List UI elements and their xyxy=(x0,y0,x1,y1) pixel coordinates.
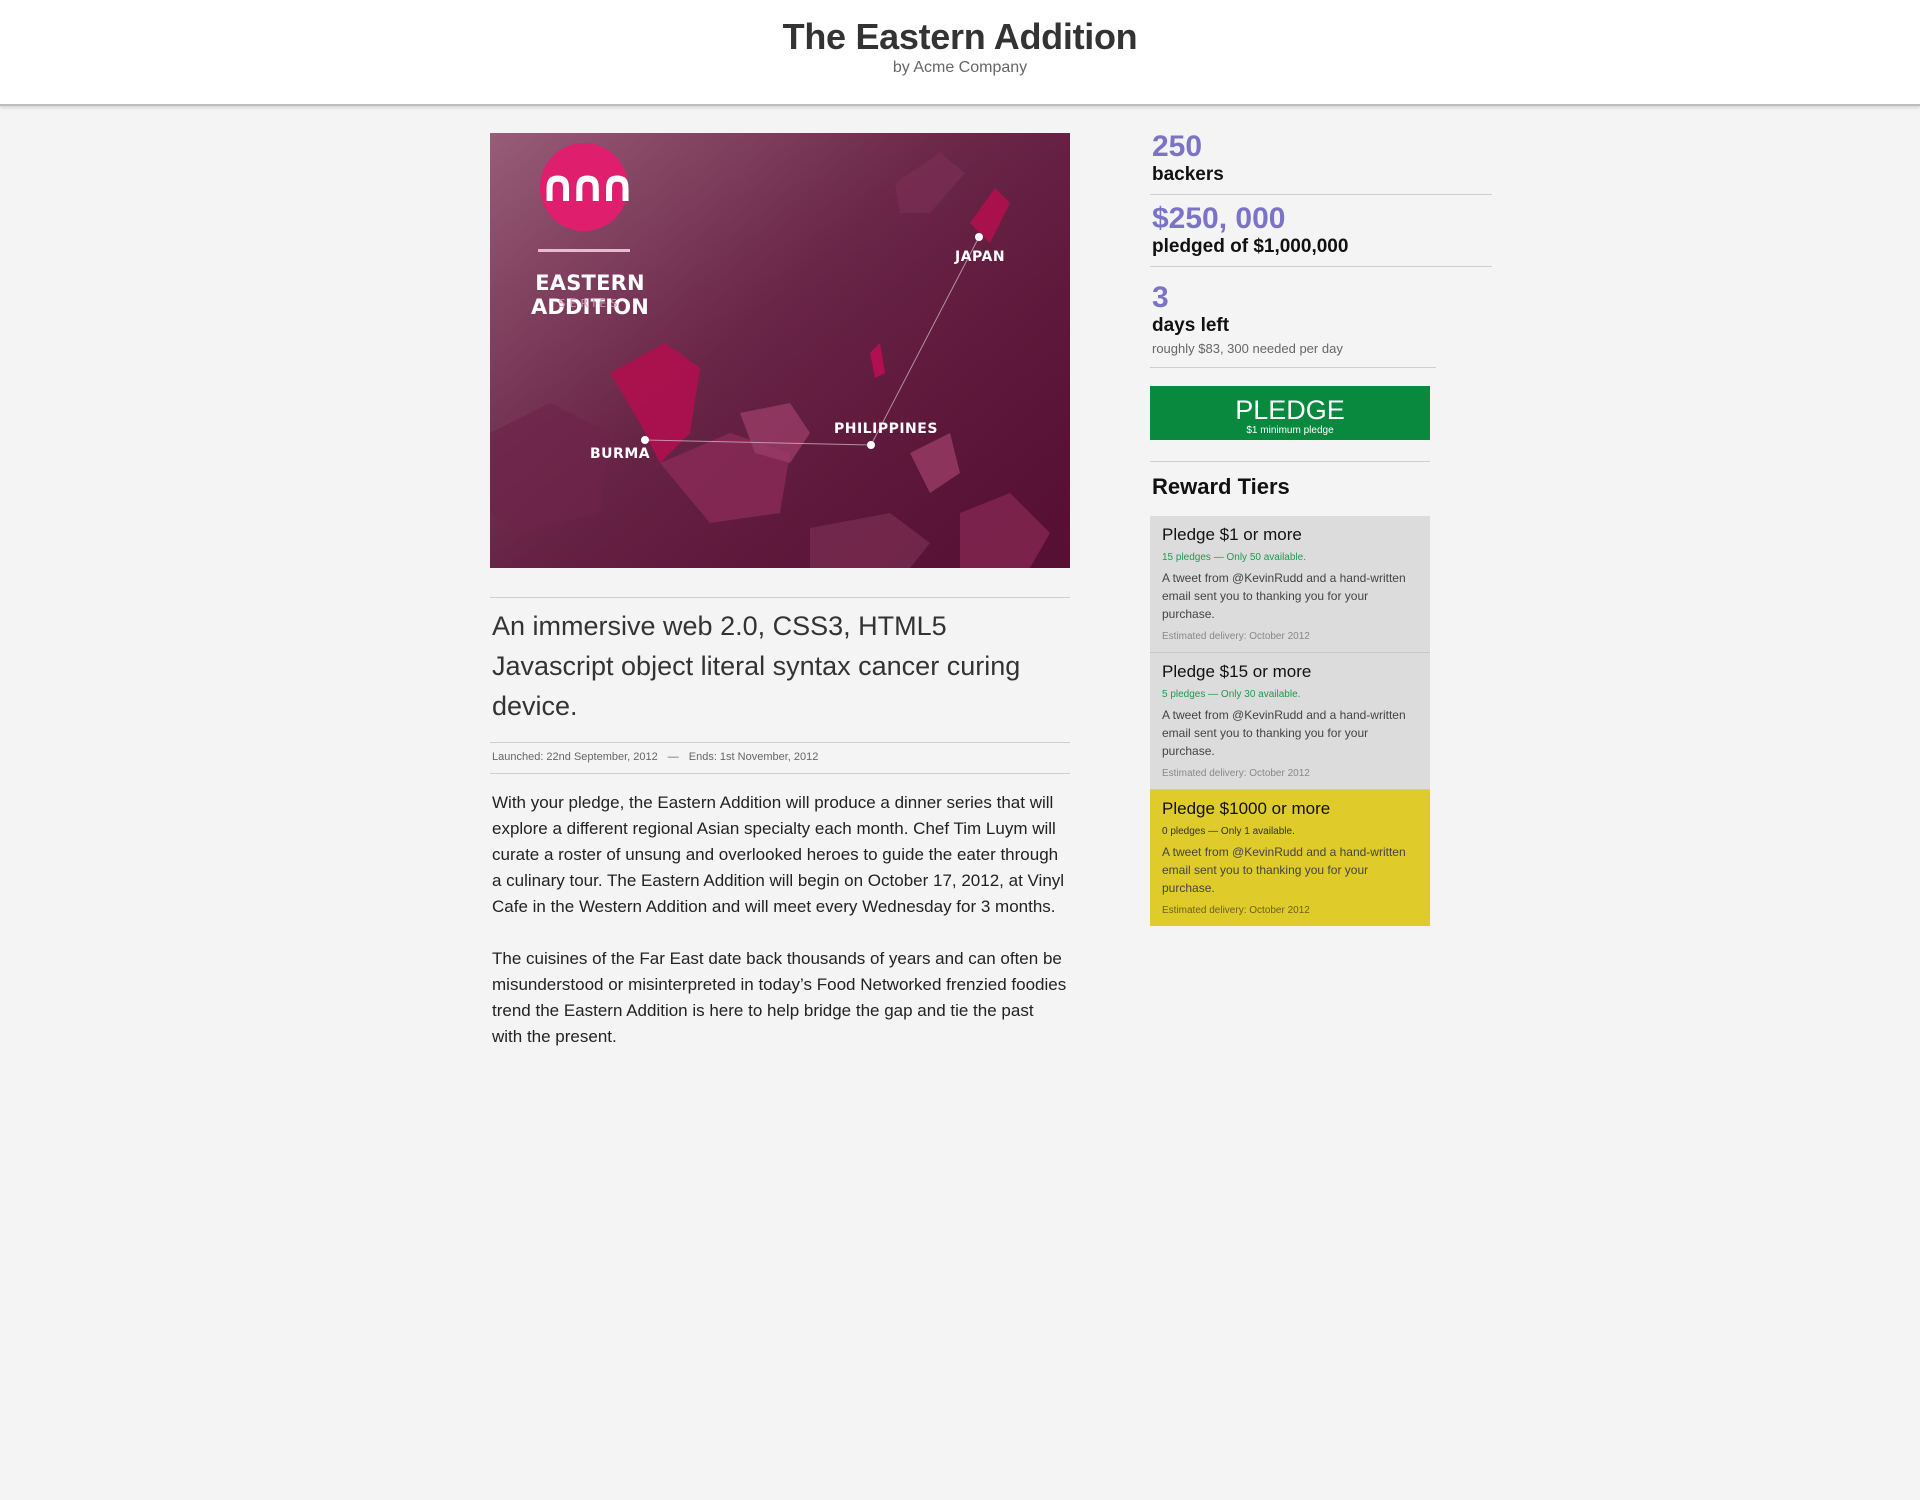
pledged-amount: $250, 000 xyxy=(1152,202,1286,235)
project-sidebar: 250 backers $250, 000 pledged of $1,000,… xyxy=(1150,130,1492,926)
description-paragraph: The cuisines of the Far East date back t… xyxy=(492,949,1067,1046)
project-tagline: An immersive web 2.0, CSS3, HTML5 Javasc… xyxy=(492,611,1021,721)
series-subtitle: SERIES xyxy=(558,297,622,310)
map-label-philippines: PHILIPPINES xyxy=(834,421,938,437)
daily-needed-note: roughly $83, 300 needed per day xyxy=(1152,341,1343,356)
date-separator: — xyxy=(667,751,679,763)
pledge-button[interactable]: PLEDGE $1 minimum pledge xyxy=(1150,386,1430,440)
project-main: ∩∩∩ EASTERN ADDITION SERIES JAPAN PHILIP… xyxy=(490,133,1070,1050)
tier-description: A tweet from @KevinRudd and a hand-writt… xyxy=(1162,845,1406,895)
tier-availability: 15 pledges — Only 50 available. xyxy=(1162,552,1306,563)
backers-stat: 250 backers xyxy=(1150,130,1492,195)
page-title: The Eastern Addition xyxy=(782,16,1138,57)
reward-tier[interactable]: Pledge $1 or more 15 pledges — Only 50 a… xyxy=(1150,516,1430,653)
end-date: Ends: 1st November, 2012 xyxy=(688,751,819,763)
pledge-button-sublabel: $1 minimum pledge xyxy=(1246,424,1334,436)
launch-date: Launched: 22nd September, 2012 xyxy=(492,751,658,763)
pledge-button-label: PLEDGE xyxy=(1235,394,1345,425)
reward-tier-highlighted[interactable]: Pledge $1000 or more 0 pledges — Only 1 … xyxy=(1150,790,1430,926)
project-description: With your pledge, the Eastern Addition w… xyxy=(490,774,1070,1050)
backers-label: backers xyxy=(1152,164,1224,185)
tier-delivery: Estimated delivery: October 2012 xyxy=(1162,905,1310,916)
backers-count: 250 xyxy=(1152,130,1203,163)
reward-tier[interactable]: Pledge $15 or more 5 pledges — Only 30 a… xyxy=(1150,653,1430,790)
tiers-divider xyxy=(1150,461,1430,462)
byline: by Acme Company xyxy=(892,59,1028,76)
map-marker-philippines xyxy=(867,441,875,449)
hero-image: ∩∩∩ EASTERN ADDITION SERIES JAPAN PHILIP… xyxy=(490,133,1070,568)
site-header: The Eastern Addition by Acme Company xyxy=(0,0,1920,106)
map-label-japan: JAPAN xyxy=(955,249,1006,265)
days-count: 3 xyxy=(1152,281,1169,314)
map-label-burma: BURMA xyxy=(590,446,651,462)
tier-title: Pledge $1000 or more xyxy=(1162,799,1331,818)
tier-availability: 5 pledges — Only 30 available. xyxy=(1162,689,1301,700)
tier-availability: 0 pledges — Only 1 available. xyxy=(1162,826,1295,837)
tier-delivery: Estimated delivery: October 2012 xyxy=(1162,631,1310,642)
days-label: days left xyxy=(1152,315,1230,336)
tier-description: A tweet from @KevinRudd and a hand-writt… xyxy=(1162,571,1406,621)
map-marker-japan xyxy=(975,233,983,241)
tagline-section: An immersive web 2.0, CSS3, HTML5 Javasc… xyxy=(490,597,1070,743)
tier-description: A tweet from @KevinRudd and a hand-writt… xyxy=(1162,708,1406,758)
days-left-stat: 3 days left roughly $83, 300 needed per … xyxy=(1150,267,1436,368)
map-marker-burma xyxy=(641,436,649,444)
pledged-label: pledged of $1,000,000 xyxy=(1152,236,1349,257)
tier-title: Pledge $15 or more xyxy=(1162,662,1312,681)
tier-delivery: Estimated delivery: October 2012 xyxy=(1162,768,1310,779)
description-paragraph: With your pledge, the Eastern Addition w… xyxy=(492,793,1065,916)
series-title: EASTERN ADDITION xyxy=(530,271,650,319)
wave-logo-icon: ∩∩∩ xyxy=(540,143,635,231)
reward-tiers-heading: Reward Tiers xyxy=(1152,474,1290,499)
tier-title: Pledge $1 or more xyxy=(1162,525,1302,544)
logo-divider xyxy=(538,249,630,252)
project-dates: Launched: 22nd September, 2012 — Ends: 1st… xyxy=(490,743,1070,774)
pledged-stat: $250, 000 pledged of $1,000,000 xyxy=(1150,195,1492,267)
